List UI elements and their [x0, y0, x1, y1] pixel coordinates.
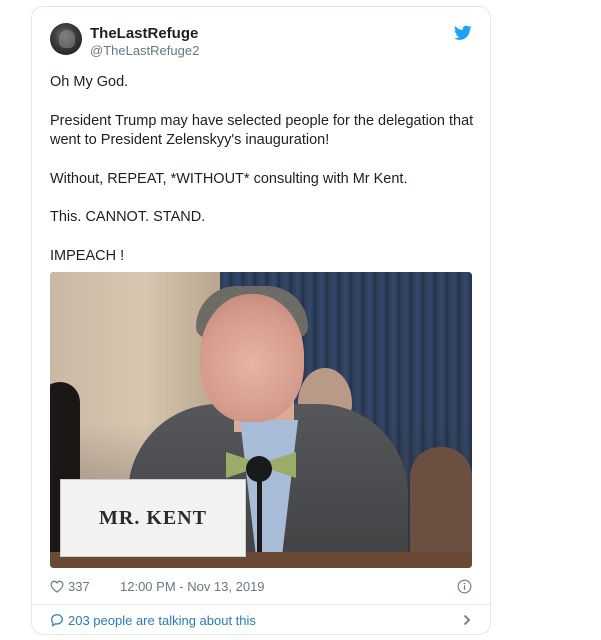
divider: [32, 604, 490, 605]
nameplate: MR. KENT: [60, 479, 246, 557]
tweet-line: This. CANNOT. STAND.: [50, 209, 206, 225]
nameplate-text: MR. KENT: [99, 506, 207, 529]
tweet-header: TheLastRefuge @TheLastRefuge2: [50, 23, 472, 59]
speech-bubble-icon: [51, 614, 63, 627]
author-info[interactable]: TheLastRefuge @TheLastRefuge2: [90, 25, 199, 59]
tweet-card: TheLastRefuge @TheLastRefuge2 Oh My God.…: [31, 6, 491, 635]
conversation-link[interactable]: 203 people are talking about this: [50, 611, 472, 629]
heart-icon[interactable]: [50, 580, 64, 593]
info-icon[interactable]: [457, 579, 472, 594]
tweet-media-photo[interactable]: MR. KENT: [50, 272, 472, 568]
twitter-bird-icon[interactable]: [454, 25, 472, 41]
like-count[interactable]: 337: [68, 579, 90, 594]
conversation-text[interactable]: 203 people are talking about this: [68, 613, 256, 628]
avatar[interactable]: [50, 23, 82, 55]
tweet-line: President Trump may have selected people…: [50, 112, 474, 149]
tweet-text: Oh My God. President Trump may have sele…: [50, 73, 480, 285]
tweet-line: Oh My God.: [50, 74, 129, 90]
display-name[interactable]: TheLastRefuge: [90, 25, 199, 43]
user-handle[interactable]: @TheLastRefuge2: [90, 43, 199, 59]
tweet-meta: 337 12:00 PM - Nov 13, 2019: [50, 577, 472, 597]
tweet-line: Without, REPEAT, *WITHOUT* consulting wi…: [50, 170, 408, 187]
timestamp[interactable]: 12:00 PM - Nov 13, 2019: [120, 579, 265, 594]
chevron-right-icon[interactable]: [462, 614, 472, 626]
tweet-line: IMPEACH !: [50, 247, 125, 264]
